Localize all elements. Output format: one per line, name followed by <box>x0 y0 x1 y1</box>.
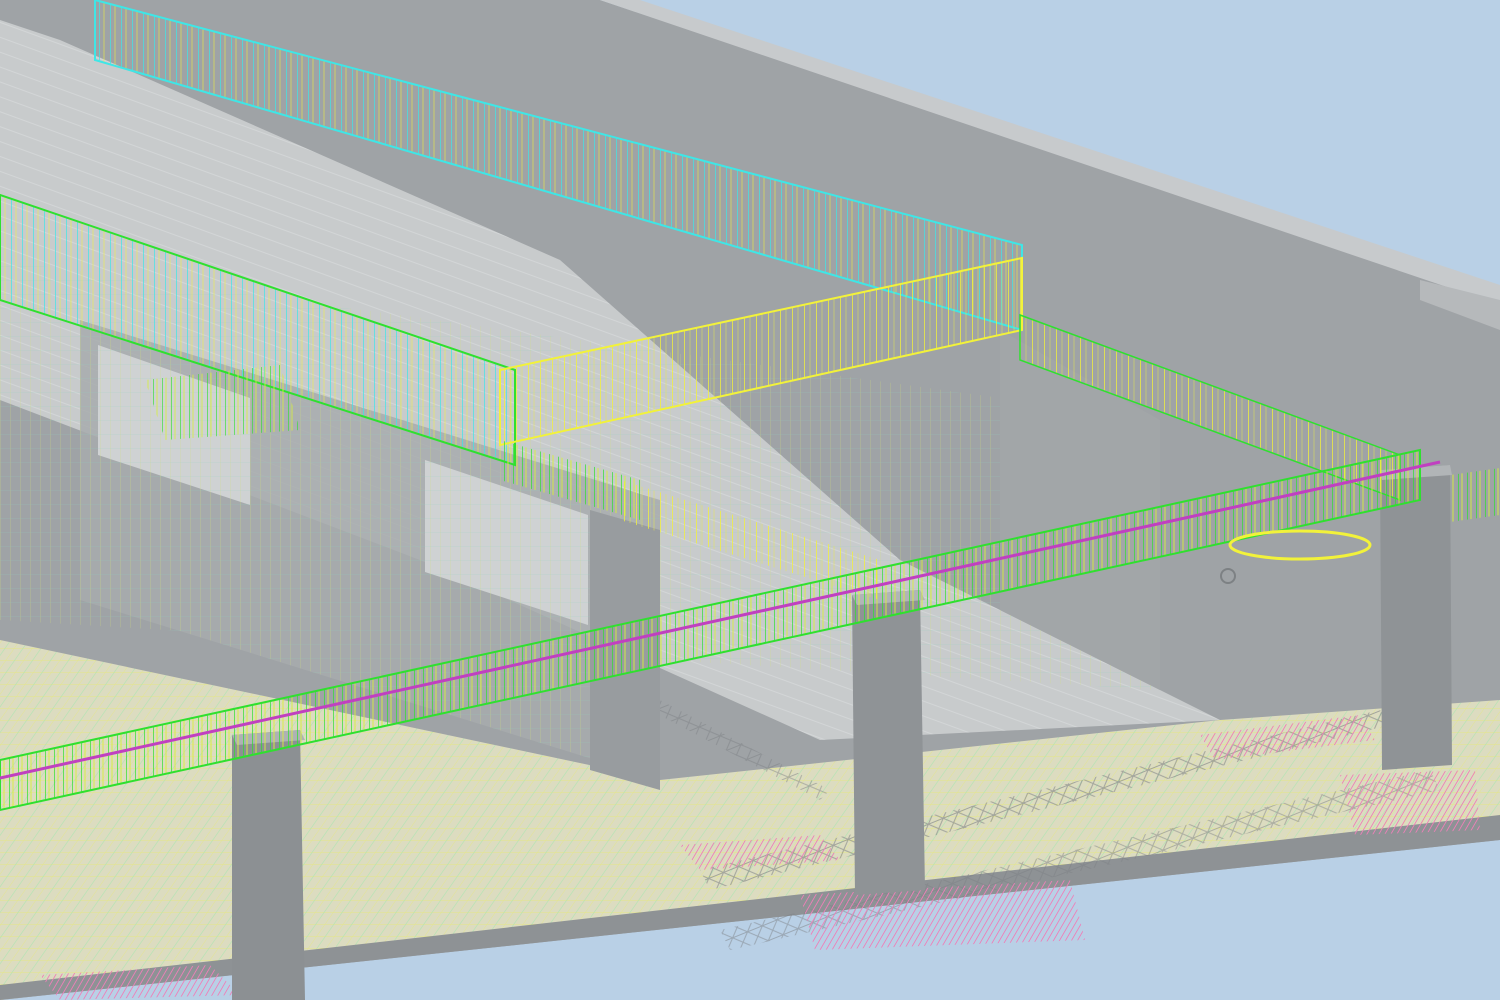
column-left <box>232 730 305 1000</box>
column-middle <box>852 590 925 895</box>
column-right <box>1380 465 1452 770</box>
model-viewport[interactable] <box>0 0 1500 1000</box>
floor-pink-bars-5 <box>1340 770 1480 835</box>
rebar-3d-model-scene <box>0 0 1500 1000</box>
rebar-cage-far-right <box>1450 468 1500 522</box>
